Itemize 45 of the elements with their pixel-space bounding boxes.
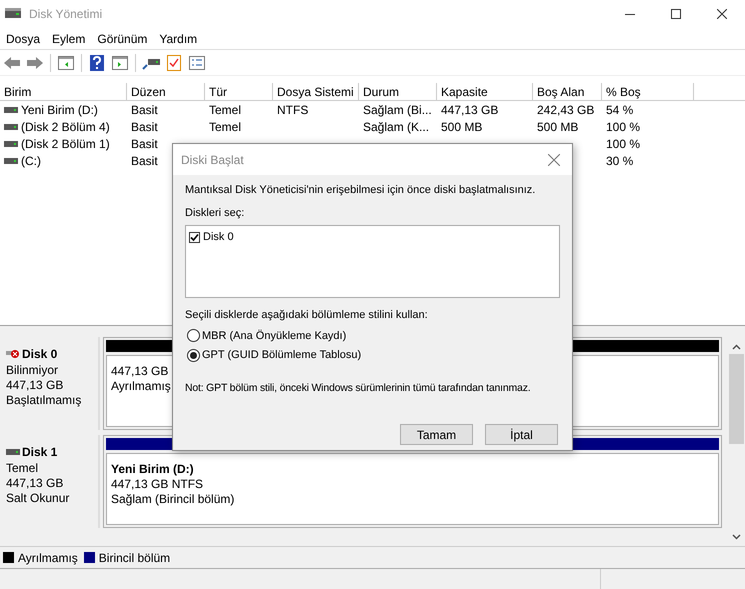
table-cell-text: 100 %: [606, 136, 640, 152]
table-cell-text: Yeni Birim (D:): [21, 102, 98, 118]
partition-info: Ayrılmamış: [111, 379, 171, 394]
table-cell-text: 500 MB: [537, 118, 578, 136]
table-cell-text: Basit: [131, 118, 158, 136]
legend-label: Birincil bölüm: [98, 550, 170, 566]
disk-info: Temel: [6, 461, 40, 476]
table-cell-text: Sağlam (Bi...: [363, 102, 432, 118]
table-cell-text: 447,13 GB: [441, 102, 498, 118]
style-label: Seçili disklerde aşağıdaki bölümleme stilini kullan:: [185, 308, 428, 323]
disk-name: Disk 1: [22, 444, 58, 461]
dialog-title: Diski Başlat: [181, 152, 244, 168]
disk-info: Salt Okunur: [6, 491, 70, 506]
table-cell-text: 30 %: [606, 152, 634, 170]
table-cell-text: (C:): [21, 152, 41, 170]
table-cell-text: Sağlam (K...: [363, 118, 430, 136]
partition-info: 447,13 GB: [111, 364, 168, 379]
note-text: Not: GPT bölüm stili, önceki Windows sürümlerinin tümü tarafından tanınmaz.: [185, 380, 530, 396]
disk-info: Başlatılmamış: [6, 393, 82, 408]
table-cell-text: NTFS: [277, 102, 308, 118]
legend-label: Ayrılmamış: [18, 550, 78, 566]
table-cell-text: Basit: [131, 136, 158, 152]
dialog-message: Mantıksal Disk Yöneticisi'nin erişebilmesi için önce diski başlatmalısınız.: [185, 183, 536, 198]
table-cell-text: 100 %: [606, 118, 640, 136]
table-cell-text: 242,43 GB: [537, 102, 594, 118]
disk-info: 447,13 GB: [6, 476, 64, 491]
radio-label: MBR (Ana Önyükleme Kaydı): [202, 328, 346, 344]
table-cell-text: Temel: [209, 118, 242, 136]
window-title: Disk Yönetimi: [29, 6, 102, 23]
partition-info: Sağlam (Birincil bölüm): [111, 492, 234, 507]
disk-info: Bilinmiyor: [6, 363, 60, 378]
table-cell-text: 54 %: [606, 102, 634, 118]
list-label: Diskleri seç:: [185, 206, 244, 220]
table-cell-text: 500 MB: [441, 118, 482, 136]
table-cell-text: (Disk 2 Bölüm 4): [21, 118, 110, 136]
table-cell-text: Basit: [131, 152, 158, 170]
disk-info: 447,13 GB: [6, 378, 64, 393]
checkbox-label: Disk 0: [203, 230, 234, 245]
table-cell-text: Basit: [131, 102, 158, 118]
table-cell-text: Temel: [209, 102, 242, 118]
radio-label: GPT (GUID Bölümleme Tablosu): [202, 348, 362, 363]
table-cell-text: (Disk 2 Bölüm 1): [21, 136, 110, 152]
partition-title: Yeni Birim (D:): [111, 462, 194, 477]
disk-name: Disk 0: [22, 346, 58, 363]
partition-info: 447,13 GB NTFS: [111, 477, 204, 492]
